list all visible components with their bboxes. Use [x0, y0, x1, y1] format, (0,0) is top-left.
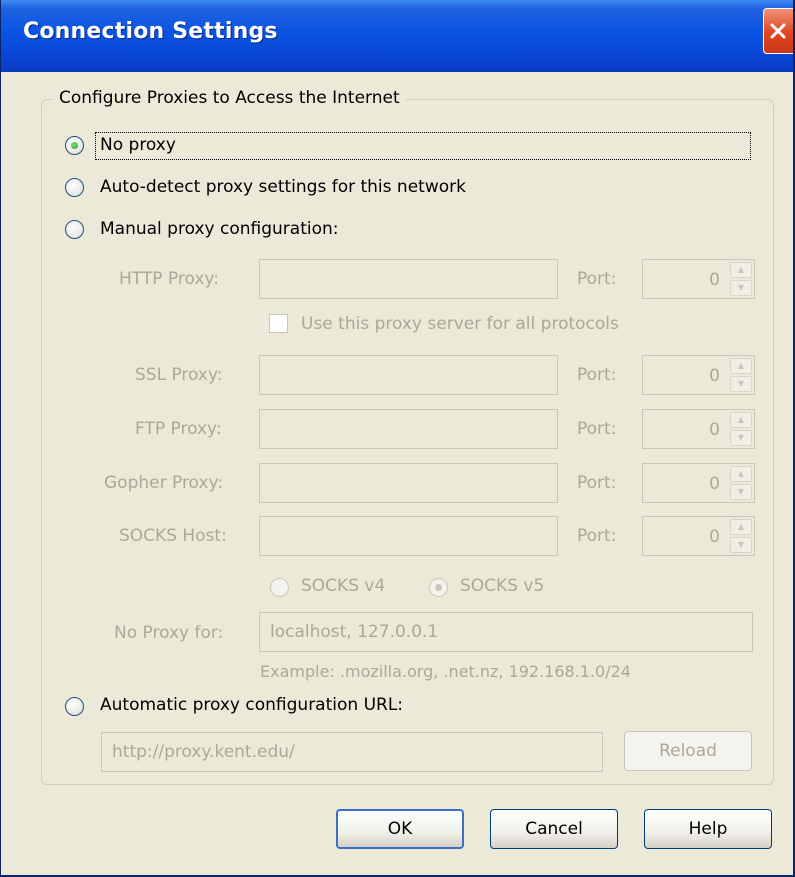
spin-up-icon[interactable]: ▲: [730, 358, 752, 374]
cancel-button[interactable]: Cancel: [490, 809, 618, 849]
help-button[interactable]: Help: [644, 809, 772, 849]
no-proxy-for-label: No Proxy for:: [114, 623, 224, 643]
close-icon: [770, 23, 786, 39]
http-proxy-label: HTTP Proxy:: [119, 269, 219, 289]
reload-button[interactable]: Reload: [624, 731, 752, 771]
spin-down-icon[interactable]: ▼: [730, 376, 752, 392]
auto-proxy-url-label[interactable]: Automatic proxy configuration URL:: [100, 695, 403, 715]
gopher-port-label: Port:: [577, 473, 617, 493]
ssl-port-label: Port:: [577, 365, 617, 385]
title-bar[interactable]: Connection Settings: [1, 0, 793, 72]
ftp-proxy-input[interactable]: [259, 409, 558, 449]
ok-button[interactable]: OK: [336, 809, 464, 849]
socks-v4-label[interactable]: SOCKS v4: [301, 576, 385, 596]
group-legend: Configure Proxies to Access the Internet: [53, 88, 406, 108]
spin-up-icon[interactable]: ▲: [730, 262, 752, 278]
auto-proxy-url-input[interactable]: http://proxy.kent.edu/: [101, 732, 603, 772]
ftp-port-label: Port:: [577, 419, 617, 439]
ftp-port-stepper[interactable]: 0 ▲ ▼: [642, 409, 755, 449]
auto-proxy-url-radio[interactable]: [65, 697, 84, 716]
no-proxy-radio[interactable]: [65, 136, 84, 155]
manual-proxy-radio[interactable]: [65, 220, 84, 239]
connection-settings-dialog: Connection Settings Configure Proxies to…: [0, 0, 795, 877]
socks-v4-radio[interactable]: [270, 578, 289, 597]
spin-down-icon[interactable]: ▼: [730, 484, 752, 500]
socks-host-input[interactable]: [259, 516, 558, 556]
ssl-port-stepper[interactable]: 0 ▲ ▼: [642, 355, 755, 395]
ftp-port-value: 0: [709, 420, 720, 440]
spin-down-icon[interactable]: ▼: [730, 280, 752, 296]
socks-v5-label[interactable]: SOCKS v5: [460, 576, 544, 596]
close-button[interactable]: [763, 8, 793, 54]
http-port-label: Port:: [577, 269, 617, 289]
manual-proxy-label[interactable]: Manual proxy configuration:: [100, 219, 338, 239]
gopher-port-stepper[interactable]: 0 ▲ ▼: [642, 463, 755, 503]
use-same-proxy-checkbox[interactable]: [269, 314, 288, 333]
ssl-port-value: 0: [709, 366, 720, 386]
socks-port-label: Port:: [577, 526, 617, 546]
socks-port-stepper[interactable]: 0 ▲ ▼: [642, 516, 755, 556]
window-title: Connection Settings: [23, 19, 278, 44]
auto-detect-radio[interactable]: [65, 178, 84, 197]
ssl-proxy-input[interactable]: [259, 355, 558, 395]
spin-up-icon[interactable]: ▲: [730, 519, 752, 535]
ftp-proxy-label: FTP Proxy:: [135, 419, 222, 439]
no-proxy-example: Example: .mozilla.org, .net.nz, 192.168.…: [260, 662, 631, 681]
spin-down-icon[interactable]: ▼: [730, 537, 752, 553]
auto-detect-label[interactable]: Auto-detect proxy settings for this netw…: [100, 177, 466, 197]
http-port-value: 0: [709, 270, 720, 290]
spin-down-icon[interactable]: ▼: [730, 430, 752, 446]
use-same-proxy-label[interactable]: Use this proxy server for all protocols: [301, 314, 619, 334]
focus-outline: [95, 132, 751, 160]
socks-port-value: 0: [709, 527, 720, 547]
gopher-proxy-input[interactable]: [259, 463, 558, 503]
socks-v5-radio[interactable]: [429, 578, 448, 597]
ssl-proxy-label: SSL Proxy:: [135, 365, 223, 385]
no-proxy-label[interactable]: No proxy: [100, 135, 176, 155]
socks-host-label: SOCKS Host:: [119, 526, 227, 546]
gopher-port-value: 0: [709, 474, 720, 494]
spin-up-icon[interactable]: ▲: [730, 412, 752, 428]
no-proxy-for-input[interactable]: localhost, 127.0.0.1: [259, 612, 753, 652]
gopher-proxy-label: Gopher Proxy:: [104, 473, 224, 493]
spin-up-icon[interactable]: ▲: [730, 466, 752, 482]
http-port-stepper[interactable]: 0 ▲ ▼: [642, 259, 755, 299]
http-proxy-input[interactable]: [259, 259, 558, 299]
